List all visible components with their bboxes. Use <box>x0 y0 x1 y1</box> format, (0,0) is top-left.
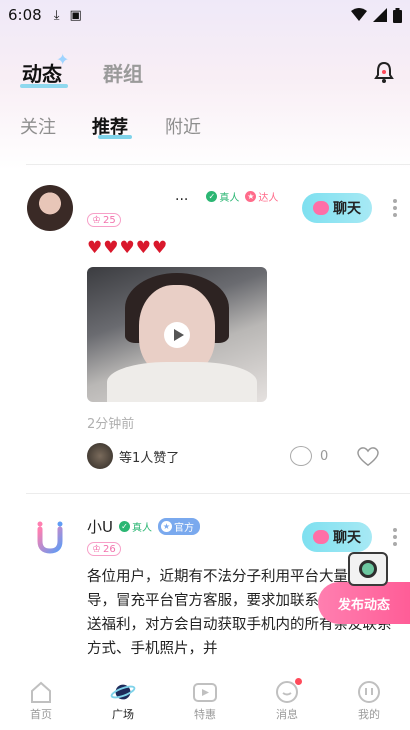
header: 动态 ✦ 群组 <box>0 50 410 100</box>
chat-button[interactable]: 聊天 <box>302 522 372 552</box>
star-icon: ★ <box>160 521 172 532</box>
comment-icon <box>290 446 312 466</box>
star-icon: ★ <box>245 190 257 202</box>
sub-tabs: 关注 推荐 附近 <box>0 113 410 143</box>
post-name-row: 小U ✓ 真人 ★ 官方 <box>87 516 200 537</box>
tab-square[interactable]: 广场 <box>82 670 164 730</box>
play-icon[interactable] <box>164 322 190 348</box>
unread-dot <box>295 678 303 685</box>
tab-profile[interactable]: 我的 <box>328 670 410 730</box>
tab-messages[interactable]: 消息 <box>246 670 328 730</box>
publish-moment-button[interactable]: 发布动态 <box>318 582 410 624</box>
post-author-name[interactable]: 小U <box>87 516 113 537</box>
avatar[interactable] <box>27 185 73 231</box>
video-thumbnail[interactable] <box>87 267 267 402</box>
level-badge: ♔ 25 <box>87 213 121 227</box>
tab-home[interactable]: 首页 <box>0 670 82 730</box>
divider <box>26 164 410 165</box>
status-time: 6:08 <box>8 6 42 24</box>
level-badge: ♔ 26 <box>87 542 121 556</box>
sparkle-icon: ✦ <box>56 50 70 69</box>
likers-text: 等1人赞了 <box>119 450 180 466</box>
signal-icon <box>373 8 387 22</box>
chat-button[interactable]: 聊天 <box>302 193 372 223</box>
post-author-name[interactable]: ... <box>175 188 188 204</box>
level-icon: ♔ <box>92 543 101 555</box>
subtab-nearby[interactable]: 附近 <box>165 113 201 139</box>
level-icon: ♔ <box>92 214 101 226</box>
tab-moments-underline <box>20 84 68 88</box>
avatar[interactable] <box>27 515 73 561</box>
check-icon: ✓ <box>118 521 130 532</box>
profile-icon <box>356 680 382 704</box>
subtab-follow[interactable]: 关注 <box>20 113 56 139</box>
tab-groups[interactable]: 群组 <box>103 58 143 87</box>
official-badge: ★ 官方 <box>157 518 200 535</box>
bottom-tab-bar: 首页 广场 特惠 消息 我的 <box>0 670 410 730</box>
download-icon: ⤓ <box>53 7 60 23</box>
tab-deals[interactable]: 特惠 <box>164 670 246 730</box>
chat-bubble-icon <box>313 530 329 544</box>
app-icon: ▣ <box>69 7 82 23</box>
camera-icon[interactable] <box>348 552 388 586</box>
post-content: ♥♥♥♥♥ <box>87 238 169 258</box>
planet-icon <box>110 680 136 704</box>
u-logo-icon <box>37 521 63 554</box>
video-icon <box>192 680 218 704</box>
talent-badge: ★ 达人 <box>245 190 279 204</box>
more-options-icon[interactable] <box>392 199 398 217</box>
bell-icon[interactable] <box>372 60 396 84</box>
comment-button[interactable]: 0 <box>290 446 328 466</box>
post-time: 2分钟前 <box>87 417 135 432</box>
real-person-badge: ✓ 真人 <box>206 189 239 204</box>
comment-count: 0 <box>320 448 329 464</box>
more-options-icon[interactable] <box>392 528 398 546</box>
heart-icon[interactable] <box>357 447 379 467</box>
wifi-icon <box>351 8 367 21</box>
liker-avatar <box>87 443 113 469</box>
check-icon: ✓ <box>206 190 218 202</box>
real-person-badge: ✓ 真人 <box>118 519 152 534</box>
battery-icon <box>393 7 402 23</box>
likers[interactable]: 等1人赞了 <box>87 443 179 469</box>
status-bar: 6:08 ⤓ ▣ <box>0 0 410 30</box>
home-icon <box>28 680 54 704</box>
chat-bubble-icon <box>313 201 329 215</box>
post-name-row: ... ✓ 真人 ★ 达人 <box>175 188 278 204</box>
divider <box>26 493 410 494</box>
subtab-recommend-underline <box>98 135 132 139</box>
